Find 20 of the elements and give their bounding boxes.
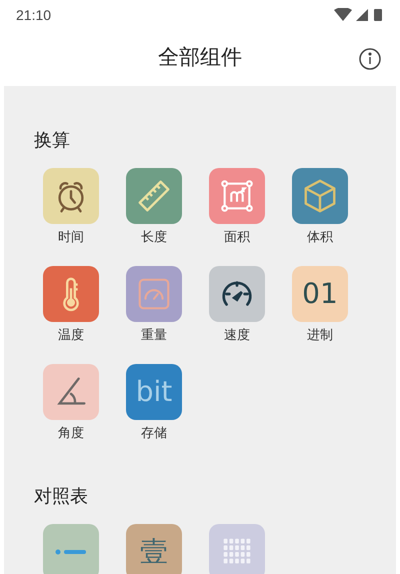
widget-button[interactable]: 温度: [34, 266, 108, 344]
widget-button[interactable]: 长度: [117, 168, 191, 246]
widget-button[interactable]: 速度: [200, 266, 274, 344]
info-icon[interactable]: [358, 47, 382, 71]
status-time: 21:10: [16, 6, 52, 24]
section-title: 对照表: [34, 486, 89, 508]
page-title: 全部组件: [158, 44, 242, 72]
tile-glyph: 壹: [140, 538, 168, 566]
tile-glyph: 01: [302, 280, 338, 308]
dash-icon: [55, 549, 87, 555]
widget-button[interactable]: bit 存储: [117, 364, 191, 442]
status-icons: [334, 8, 384, 22]
widget-button[interactable]: 时间: [34, 168, 108, 246]
widget-button[interactable]: 角度: [34, 364, 108, 442]
tile-glyph: bit: [136, 378, 172, 406]
section-title: 换算: [34, 130, 71, 152]
widget-button[interactable]: 体积: [283, 168, 357, 246]
widget-button[interactable]: 重量: [117, 266, 191, 344]
widget-button[interactable]: 01 进制: [283, 266, 357, 344]
widget-button[interactable]: 面积: [200, 168, 274, 246]
